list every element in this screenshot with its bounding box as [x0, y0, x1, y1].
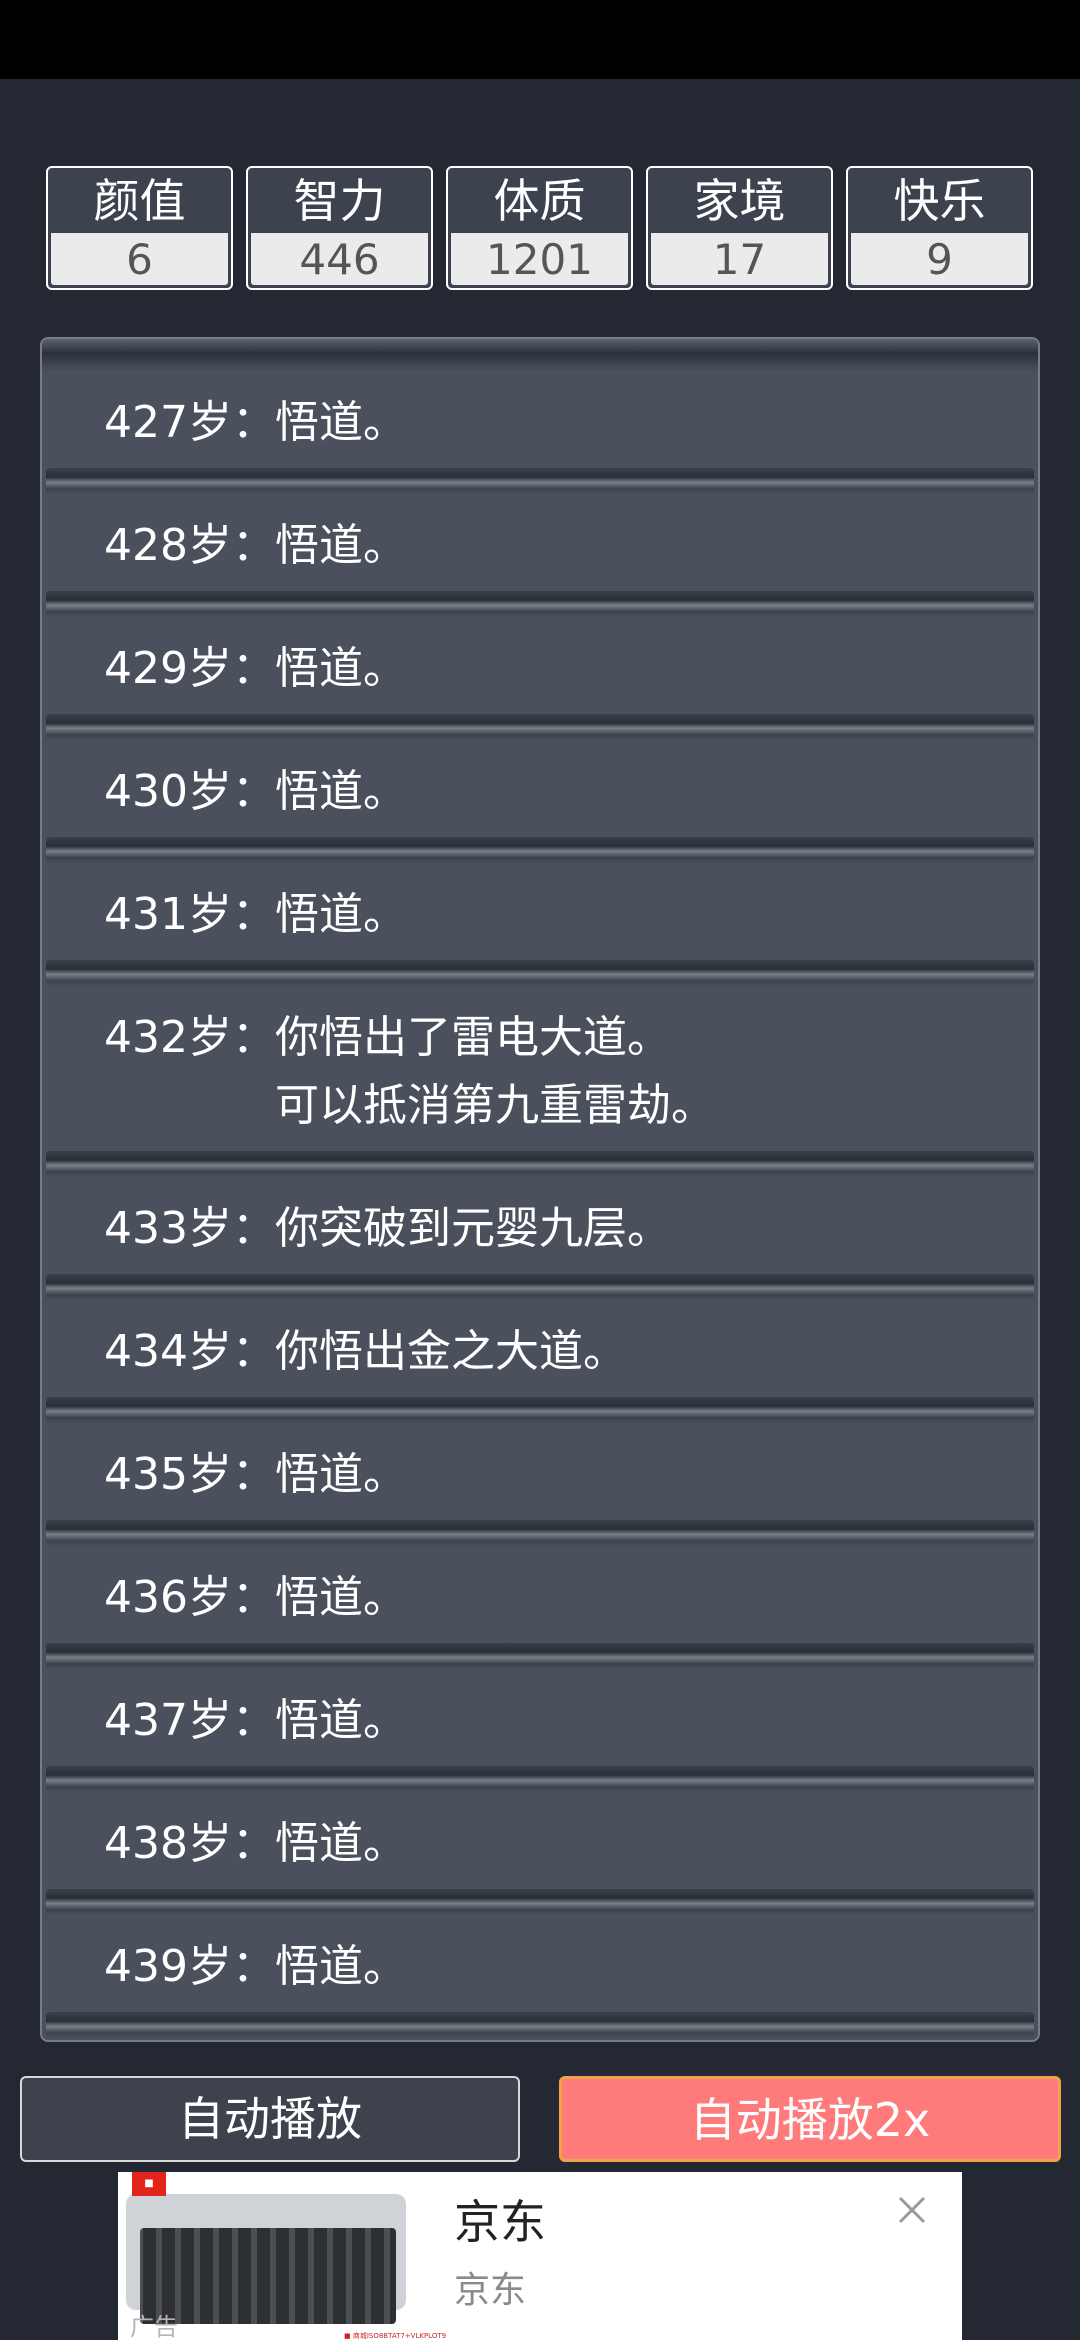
ad-subtitle: 京东	[454, 2270, 527, 2311]
log-entry: 434岁： 你悟出金之大道。	[42, 1300, 1038, 1423]
log-event: 悟道。	[275, 889, 407, 940]
log-event: 你悟出了雷电大道。 可以抵消第九重雷劫。	[275, 1012, 715, 1131]
stat-label: 体质	[493, 174, 586, 228]
ad-footnote: ■ 商城ISO8BTAT7+VLKPLOT9	[344, 2332, 447, 2340]
log-entry: 436岁： 悟道。	[42, 1546, 1038, 1669]
keyboard-body	[126, 2194, 406, 2324]
stat-intelligence: 智力 446	[246, 166, 433, 290]
log-event: 悟道。	[275, 1449, 407, 1500]
log-entry: 432岁： 你悟出了雷电大道。 可以抵消第九重雷劫。	[42, 986, 1038, 1177]
log-entry: 435岁： 悟道。	[42, 1423, 1038, 1546]
log-event: 悟道。	[275, 1695, 407, 1746]
ad-label: 广告	[130, 2313, 178, 2340]
stat-value: 6	[51, 233, 228, 285]
stat-appearance: 颜值 6	[46, 166, 233, 290]
ad-banner[interactable]: ■ 广告 ■ 商城ISO8BTAT7+VLKPLOT9 京东 京东	[118, 2172, 962, 2340]
ad-title[interactable]: 京东	[454, 2194, 546, 2250]
log-event: 你突破到元婴九层。	[275, 1203, 671, 1254]
status-bar	[0, 0, 1080, 79]
stat-label: 颜值	[93, 174, 186, 228]
stat-value: 1201	[451, 233, 628, 285]
log-entry: 437岁： 悟道。	[42, 1669, 1038, 1792]
log-entry: 431岁： 悟道。	[42, 863, 1038, 986]
stat-value: 17	[651, 233, 828, 285]
auto-play-2x-button[interactable]: 自动播放2x	[559, 2076, 1061, 2162]
log-event: 你悟出金之大道。	[275, 1326, 627, 1377]
log-event: 悟道。	[275, 520, 407, 571]
log-event: 悟道。	[275, 1941, 407, 1992]
stat-label: 智力	[293, 174, 386, 228]
stat-label: 家境	[693, 174, 786, 228]
life-log-panel[interactable]: 427岁： 悟道。 428岁： 悟道。 429岁： 悟道。 430岁： 悟道。 …	[40, 337, 1040, 2042]
log-age: 439岁：	[104, 1941, 276, 1992]
keyboard-product-image[interactable]: ■ 广告 ■ 商城ISO8BTAT7+VLKPLOT9	[120, 2172, 446, 2340]
log-age: 435岁：	[104, 1449, 276, 1500]
attribute-stats: 颜值 6 智力 446 体质 1201 家境 17 快乐 9	[46, 166, 1034, 290]
stat-family: 家境 17	[646, 166, 833, 290]
log-age: 428岁：	[104, 520, 276, 571]
log-entry: 430岁： 悟道。	[42, 740, 1038, 863]
log-entry: 438岁： 悟道。	[42, 1792, 1038, 1915]
stat-label: 快乐	[893, 174, 986, 228]
jd-badge-icon: ■	[132, 2172, 166, 2196]
log-entry: 429岁： 悟道。	[42, 617, 1038, 740]
stat-value: 9	[851, 233, 1028, 285]
log-event: 悟道。	[275, 643, 407, 694]
log-age: 438岁：	[104, 1818, 276, 1869]
log-age: 430岁：	[104, 766, 276, 817]
log-age: 429岁：	[104, 643, 276, 694]
log-event: 悟道。	[275, 1818, 407, 1869]
log-event: 悟道。	[275, 1572, 407, 1623]
log-age: 427岁：	[104, 397, 276, 448]
stat-value: 446	[251, 233, 428, 285]
stat-happiness: 快乐 9	[846, 166, 1033, 290]
log-age: 432岁：	[104, 1012, 276, 1063]
log-age: 433岁：	[104, 1203, 276, 1254]
log-age: 431岁：	[104, 889, 276, 940]
log-entry: 433岁： 你突破到元婴九层。	[42, 1177, 1038, 1300]
log-event: 悟道。	[275, 397, 407, 448]
panel-top-divider	[42, 339, 1038, 371]
close-icon[interactable]	[894, 2192, 930, 2228]
keyboard-keys	[140, 2228, 396, 2324]
log-entry: 439岁： 悟道。	[42, 1915, 1038, 2038]
log-age: 436岁：	[104, 1572, 276, 1623]
auto-play-button[interactable]: 自动播放	[20, 2076, 520, 2162]
log-event: 悟道。	[275, 766, 407, 817]
log-age: 434岁：	[104, 1326, 276, 1377]
log-entry: 428岁： 悟道。	[42, 494, 1038, 617]
log-entry: 427岁： 悟道。	[42, 371, 1038, 494]
log-age: 437岁：	[104, 1695, 276, 1746]
stat-constitution: 体质 1201	[446, 166, 633, 290]
